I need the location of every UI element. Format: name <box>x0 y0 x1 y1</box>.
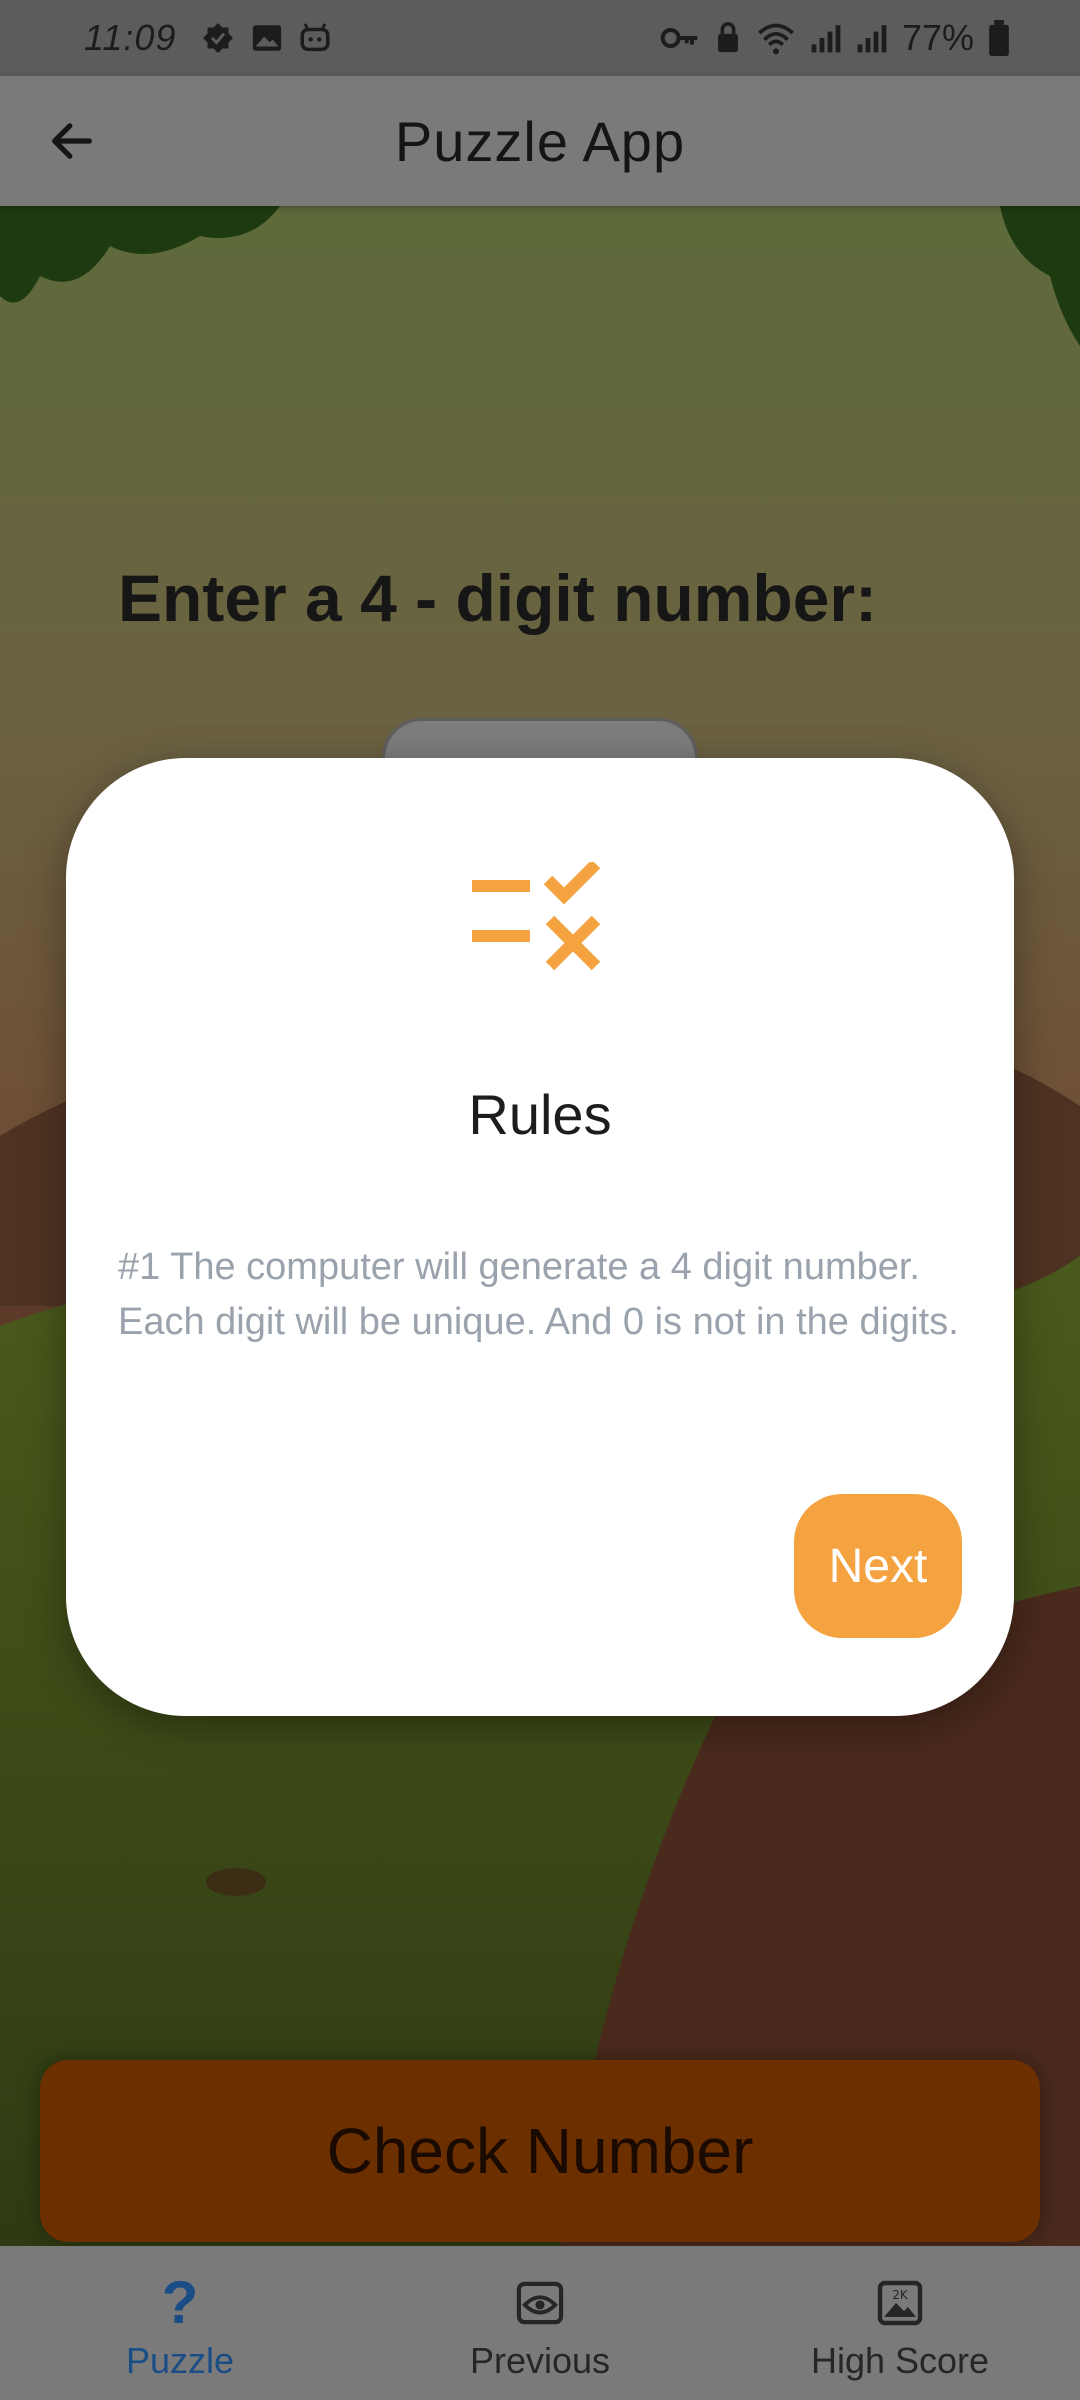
app-bar: Puzzle App <box>0 76 1080 206</box>
status-bar: 11:09 77% <box>0 0 1080 76</box>
checklist-icon <box>472 862 601 971</box>
svg-text:2K: 2K <box>892 2288 909 2302</box>
battery-icon <box>988 20 1010 56</box>
nav-item-label: High Score <box>810 2340 990 2381</box>
gallery-icon <box>250 21 284 55</box>
check-number-button[interactable]: Check Number <box>40 2060 1040 2242</box>
lock-icon <box>714 21 742 55</box>
bottom-nav: ? Puzzle Previous 2K High Score <box>0 2246 1080 2400</box>
nav-item-label: Puzzle <box>125 2340 235 2381</box>
dialog-title: Rules <box>468 1083 612 1146</box>
screen: 11:09 77% Puzzle App Enter a 4 - digit n… <box>0 0 1080 2400</box>
page-title: Puzzle App <box>394 109 686 173</box>
nav-item-previous[interactable]: Previous <box>360 2246 720 2400</box>
robot-icon <box>298 21 332 55</box>
signal-icon <box>810 22 842 54</box>
check-badge-icon <box>200 20 236 56</box>
status-time: 11:09 <box>84 17 177 58</box>
question-mark-icon: ? <box>161 2269 199 2336</box>
signal-icon <box>856 22 888 54</box>
nav-item-label: Previous <box>469 2340 611 2381</box>
key-icon <box>660 23 700 53</box>
battery-percent: 77% <box>901 17 974 58</box>
nav-item-high-score[interactable]: 2K High Score <box>720 2246 1080 2400</box>
image-icon: 2K <box>877 2280 923 2326</box>
nav-item-puzzle[interactable]: ? Puzzle <box>0 2246 360 2400</box>
dialog-rule-text: #1 The computer will generate a 4 digit … <box>118 1246 959 1343</box>
wifi-icon <box>756 21 796 55</box>
number-prompt: Enter a 4 - digit number: <box>118 561 878 635</box>
eye-icon <box>516 2281 564 2325</box>
next-button[interactable]: Next <box>794 1494 962 1638</box>
